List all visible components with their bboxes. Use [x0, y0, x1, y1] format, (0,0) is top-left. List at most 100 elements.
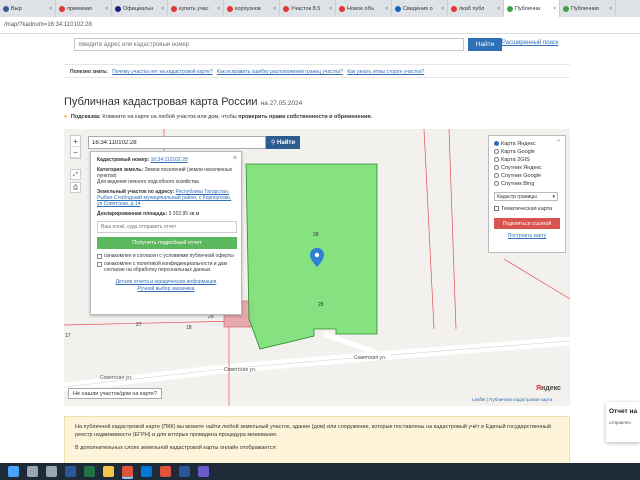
address-bar[interactable]: /map/?kadnum=16:34:110102:28: [0, 17, 640, 34]
radio-button[interactable]: [494, 173, 499, 178]
consent-offer[interactable]: ознакомлен и согласен с условиями публич…: [97, 253, 235, 259]
thematic-map-toggle[interactable]: Тематическая карта: [494, 205, 560, 212]
chrome-icon-2[interactable]: [160, 466, 171, 477]
radio-button[interactable]: [494, 157, 499, 162]
tab-label: приемная: [67, 5, 93, 12]
boundary-select[interactable]: Кадастр границы ▾: [494, 192, 558, 201]
use-value: Для ведения личного подсобного хозяйства: [97, 179, 199, 185]
email-field[interactable]: [97, 221, 237, 233]
site-search-input[interactable]: [74, 38, 464, 51]
boundary-line: [64, 320, 241, 326]
close-icon[interactable]: ×: [273, 6, 276, 12]
measure-tool-icon[interactable]: ⤢: [70, 169, 81, 180]
close-icon[interactable]: ×: [609, 6, 612, 12]
layer-option[interactable]: Карта Яндекс: [494, 140, 560, 147]
cadastral-map[interactable]: 28 28 27 18 17 29 Советская ул. Советска…: [64, 129, 570, 406]
not-found-button[interactable]: Не нашли участок/дом на карте?: [68, 388, 163, 399]
share-link-button[interactable]: Поделиться ссылкой: [494, 218, 560, 229]
useful-label: Полезно знать:: [70, 69, 108, 75]
manual-select-link[interactable]: Ручной выбор заказчика: [138, 286, 195, 292]
search-icon: ⚲: [270, 140, 276, 146]
map-search-input[interactable]: [88, 136, 266, 149]
task-view-icon[interactable]: [46, 466, 57, 477]
get-report-button[interactable]: Получить подробный отчет: [97, 237, 237, 249]
useful-link-2[interactable]: Как исправить ошибку расположения границ…: [217, 69, 343, 75]
radio-button[interactable]: [494, 149, 499, 154]
tab-favicon-icon: [451, 5, 457, 12]
plot-number-label: 27: [136, 322, 142, 328]
map-search-button[interactable]: ⚲ Найти: [266, 136, 300, 149]
start-icon[interactable]: [8, 466, 19, 477]
checkbox[interactable]: [494, 206, 499, 211]
build-map-link[interactable]: Построить карту: [494, 233, 560, 239]
close-icon[interactable]: ×: [233, 155, 237, 162]
tab-favicon-icon: [227, 5, 233, 12]
browser-tab-strip: Выр × приемная × Официальн × купить учас × корпу…: [0, 0, 640, 17]
word-icon[interactable]: [65, 466, 76, 477]
layer-option[interactable]: Карта Google: [494, 148, 560, 155]
close-icon[interactable]: ×: [105, 6, 108, 12]
zoom-in-button[interactable]: +: [71, 136, 80, 147]
cadnum-label: Кадастровый номер:: [97, 157, 150, 163]
chevron-up-icon[interactable]: ⌃: [556, 139, 561, 146]
consent-privacy[interactable]: ознакомлен с политикой конфиденциальност…: [97, 261, 235, 273]
taskbar: [0, 463, 640, 480]
close-icon[interactable]: ×: [497, 6, 500, 12]
map-attribution[interactable]: Leaflet | Публичная кадастровая карта: [472, 397, 552, 402]
radio-button[interactable]: [494, 165, 499, 170]
useful-link-3[interactable]: Как узнать итмы сторон участка?: [347, 69, 424, 75]
excel-icon[interactable]: [84, 466, 95, 477]
print-icon[interactable]: ⎙: [70, 182, 81, 193]
site-search-row: Найти Расширенный поиск: [64, 34, 570, 54]
useful-link-1[interactable]: Почему участка нет на кадастровой карте?: [112, 69, 212, 75]
tab-label: Официальн: [123, 5, 154, 12]
layer-option[interactable]: Спутник Google: [494, 172, 560, 179]
browser-tab[interactable]: купить учас ×: [168, 0, 224, 17]
word-icon-2[interactable]: [179, 466, 190, 477]
browser-tab[interactable]: Новое объ ×: [336, 0, 392, 17]
tab-label: Сведения о: [403, 5, 433, 12]
close-icon[interactable]: ×: [217, 6, 220, 12]
layers-panel: ⌃ Карта Яндекс Карта Google Карта 2GIS Спут…: [488, 135, 566, 253]
layer-option[interactable]: Спутник Яндекс: [494, 164, 560, 171]
advanced-search-link[interactable]: Расширенный поиск: [502, 40, 559, 46]
browser-tab[interactable]: Выр ×: [0, 0, 56, 17]
notification-toast[interactable]: Отчет на отправлен: [606, 402, 640, 442]
browser-tab[interactable]: корпузнов ×: [224, 0, 280, 17]
layer-option[interactable]: Карта 2GIS: [494, 156, 560, 163]
close-icon[interactable]: ×: [161, 6, 164, 12]
tab-label: лкаб публ: [459, 5, 485, 12]
close-icon[interactable]: ×: [553, 6, 556, 12]
layer-option-label: Спутник Яндекс: [501, 164, 542, 171]
close-icon[interactable]: ×: [441, 6, 444, 12]
explorer-icon[interactable]: [103, 466, 114, 477]
app-icon[interactable]: [198, 466, 209, 477]
zoom-out-button[interactable]: −: [71, 147, 80, 158]
close-icon[interactable]: ×: [385, 6, 388, 12]
browser-tab[interactable]: Сведения о ×: [392, 0, 448, 17]
tab-favicon-icon: [283, 5, 289, 12]
radio-button[interactable]: [494, 141, 499, 146]
browser-tab[interactable]: Официальн ×: [112, 0, 168, 17]
cadnum-link[interactable]: 16:34:110102:28: [151, 157, 188, 163]
browser-tab[interactable]: приемная ×: [56, 0, 112, 17]
info-text-2: В дополнительных слоях земельной кадастр…: [75, 445, 277, 451]
browser-tab[interactable]: Участок 8.5 ×: [280, 0, 336, 17]
tab-label: Новое объ: [347, 5, 375, 12]
site-search-button[interactable]: Найти: [468, 38, 502, 51]
report-details-link[interactable]: Детали отчета и юридическая информация: [116, 279, 217, 285]
browser-tab[interactable]: Публичная ×: [560, 0, 616, 17]
boundary-line: [503, 258, 570, 300]
chrome-icon[interactable]: [122, 466, 133, 477]
checkbox[interactable]: [97, 254, 102, 259]
mail-icon[interactable]: [141, 466, 152, 477]
checkbox[interactable]: [97, 262, 102, 267]
search-icon[interactable]: [27, 466, 38, 477]
layer-option[interactable]: Спутник Bing: [494, 180, 560, 187]
hint-bold-text: проверить права собственности и обремене…: [238, 114, 373, 120]
radio-button[interactable]: [494, 181, 499, 186]
browser-tab[interactable]: Публична ×: [504, 0, 560, 17]
close-icon[interactable]: ×: [49, 6, 52, 12]
browser-tab[interactable]: лкаб публ ×: [448, 0, 504, 17]
close-icon[interactable]: ×: [329, 6, 332, 12]
